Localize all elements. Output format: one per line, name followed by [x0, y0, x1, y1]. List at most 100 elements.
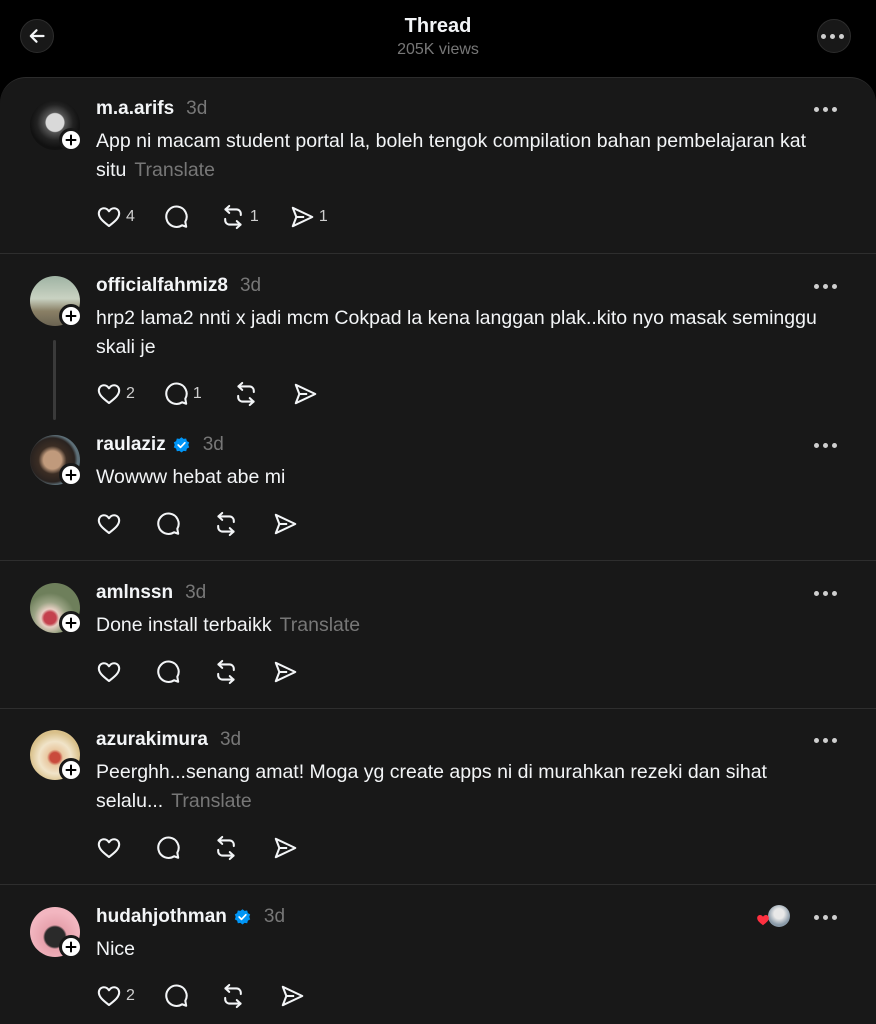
translate-link[interactable]: Translate	[171, 790, 252, 812]
post-text: Peerghh...senang amat! Moga yg create ap…	[96, 758, 856, 816]
share-button[interactable]	[272, 659, 298, 685]
action-bar: 4 1 1	[96, 204, 328, 230]
action-bar: 2	[96, 983, 305, 1009]
post-body: hrp2 lama2 nnti x jadi mcm Cokpad la ken…	[96, 307, 817, 358]
translate-link[interactable]: Translate	[134, 159, 215, 181]
timestamp: 3d	[186, 98, 208, 119]
post-more-button[interactable]	[814, 588, 840, 598]
follow-plus-icon	[65, 617, 77, 629]
liked-by-avatars[interactable]	[756, 905, 792, 929]
repost-icon	[213, 659, 239, 685]
follow-plus-icon	[65, 469, 77, 481]
divider	[0, 708, 876, 709]
post-header: officialfahmiz8 3d	[96, 274, 261, 298]
repost-icon	[233, 381, 259, 407]
reply-count: 1	[192, 385, 202, 402]
like-button[interactable]: 2	[96, 381, 135, 407]
repost-button[interactable]	[220, 983, 246, 1009]
divider	[0, 560, 876, 561]
timestamp: 3d	[219, 729, 242, 750]
share-button[interactable]	[272, 511, 298, 537]
top-bar: Thread 205K views	[0, 0, 876, 78]
reply-button[interactable]	[163, 204, 189, 230]
reply-button[interactable]	[155, 659, 181, 685]
verified-icon	[233, 908, 252, 927]
action-bar	[96, 835, 298, 861]
post-text: Done install terbaikk Translate	[96, 611, 856, 640]
timestamp: 3d	[202, 434, 224, 455]
reply-button[interactable]: 1	[163, 381, 202, 407]
repost-icon	[213, 511, 239, 537]
more-icon	[821, 31, 847, 41]
reply-button[interactable]	[155, 511, 181, 537]
follow-plus-icon	[65, 310, 77, 322]
like-button[interactable]	[96, 835, 122, 861]
repost-button[interactable]: 1	[220, 204, 259, 230]
comment-icon	[163, 983, 189, 1009]
post-text: Wowww hebat abe mi	[96, 463, 856, 492]
post-body: Done install terbaikk	[96, 614, 272, 636]
follow-button[interactable]	[59, 304, 83, 328]
reply-button[interactable]	[163, 983, 189, 1009]
share-button[interactable]	[272, 835, 298, 861]
follow-button[interactable]	[59, 463, 83, 487]
post-text: hrp2 lama2 nnti x jadi mcm Cokpad la ken…	[96, 304, 856, 362]
reply-button[interactable]	[155, 835, 181, 861]
post-more-button[interactable]	[814, 735, 840, 745]
post-more-button[interactable]	[814, 912, 840, 922]
divider	[0, 253, 876, 254]
post-more-button[interactable]	[814, 281, 840, 291]
share-count: 1	[318, 208, 328, 225]
username[interactable]: hudahjothman	[96, 906, 227, 928]
follow-button[interactable]	[59, 128, 83, 152]
follow-button[interactable]	[59, 611, 83, 635]
heart-icon	[96, 204, 122, 230]
comment-icon	[163, 204, 189, 230]
repost-button[interactable]	[213, 511, 239, 537]
repost-button[interactable]	[213, 659, 239, 685]
follow-button[interactable]	[59, 935, 83, 959]
heart-icon	[96, 659, 122, 685]
share-icon	[292, 381, 318, 407]
like-button[interactable]: 4	[96, 204, 135, 230]
heart-icon	[96, 511, 122, 537]
comment-icon	[155, 659, 181, 685]
verified-icon	[172, 436, 191, 455]
view-count: 205K views	[397, 41, 479, 58]
repost-button[interactable]	[213, 835, 239, 861]
share-button[interactable]	[292, 381, 318, 407]
comment-icon	[155, 511, 181, 537]
follow-button[interactable]	[59, 758, 83, 782]
follow-plus-icon	[65, 941, 77, 953]
like-button[interactable]	[96, 511, 122, 537]
comment-icon	[155, 835, 181, 861]
like-button[interactable]: 2	[96, 983, 135, 1009]
username[interactable]: azurakimura	[96, 729, 208, 751]
share-icon	[279, 983, 305, 1009]
thread-more-button[interactable]	[817, 19, 851, 53]
repost-button[interactable]	[233, 381, 259, 407]
username[interactable]: raulaziz	[96, 434, 166, 456]
post-more-button[interactable]	[814, 104, 840, 114]
action-bar: 2 1	[96, 381, 318, 407]
username[interactable]: officialfahmiz8	[96, 275, 228, 297]
translate-link[interactable]: Translate	[280, 614, 361, 636]
like-button[interactable]	[96, 659, 122, 685]
repost-icon	[220, 204, 246, 230]
reactor-avatar	[768, 905, 790, 927]
username[interactable]: m.a.arifs	[96, 98, 174, 120]
comment-icon	[163, 381, 189, 407]
post-body: Nice	[96, 938, 136, 960]
post-more-button[interactable]	[814, 440, 840, 450]
repost-icon	[213, 835, 239, 861]
post-header: m.a.arifs 3d	[96, 97, 207, 121]
timestamp: 3d	[239, 275, 262, 296]
share-icon	[272, 659, 298, 685]
username[interactable]: amlnssn	[96, 582, 173, 604]
heart-icon	[757, 914, 769, 926]
repost-icon	[220, 983, 246, 1009]
share-button[interactable]	[279, 983, 305, 1009]
share-button[interactable]: 1	[289, 204, 328, 230]
heart-icon	[96, 835, 122, 861]
post-text: Nice	[96, 935, 856, 964]
